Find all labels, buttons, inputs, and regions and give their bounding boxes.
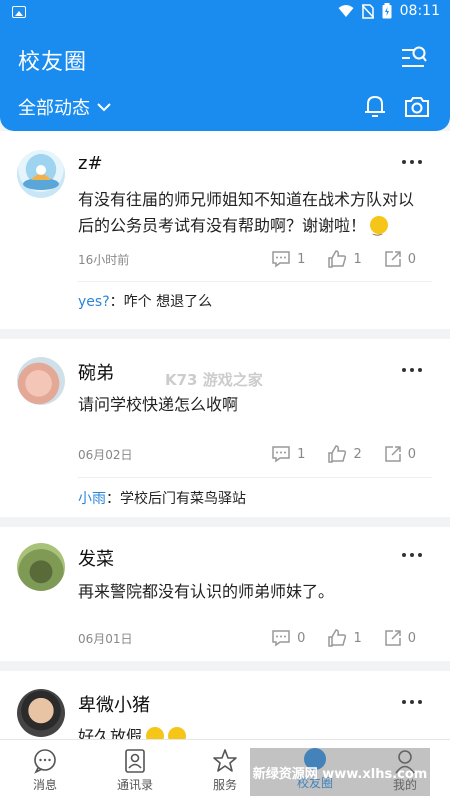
share-button[interactable]: 0: [384, 629, 416, 647]
camera-icon[interactable]: [404, 96, 430, 118]
avatar[interactable]: [17, 689, 65, 737]
post-date: 06月01日: [78, 631, 133, 646]
share-count: 0: [407, 446, 416, 462]
feed-filter-label: 全部动态: [18, 98, 90, 119]
post-meta: 06月01日 0 1 0: [78, 629, 416, 647]
tab-messages[interactable]: 消息: [0, 740, 90, 800]
post-username[interactable]: 卑微小猪: [78, 691, 150, 717]
message-icon: [34, 749, 56, 774]
avatar[interactable]: [17, 357, 65, 405]
post-meta: 06月02日 1 2 0: [78, 445, 416, 463]
comment-button[interactable]: 1: [271, 250, 305, 268]
post-card[interactable]: 碗弟 请问学校快递怎么收啊 06月02日 1 2 0 小雨：学校后门有菜鸟驿站 …: [0, 339, 450, 517]
post-meta: 16小时前 1 1 0: [78, 250, 416, 268]
avatar[interactable]: [17, 543, 65, 591]
more-options-icon[interactable]: [402, 553, 422, 559]
more-options-icon[interactable]: [402, 368, 422, 374]
like-button[interactable]: 1: [327, 250, 362, 268]
comment-text: 学校后门有菜鸟驿站: [120, 491, 246, 507]
post-card[interactable]: z# 有没有往届的师兄师姐知不知道在战术方队对以后的公务员考试有没有帮助啊？谢谢…: [0, 131, 450, 329]
thumbs-up-icon: [328, 445, 347, 463]
battery-icon: [382, 3, 392, 19]
post-card[interactable]: 发菜 再来警院都没有认识的师弟师妹了。 06月01日 0 1 0: [0, 527, 450, 661]
smile-emoji-icon: [146, 727, 165, 739]
no-sim-icon: [361, 3, 374, 19]
share-count: 0: [407, 630, 416, 646]
comment-author[interactable]: yes?: [78, 294, 110, 310]
like-count: 1: [353, 630, 362, 646]
feed-list[interactable]: z# 有没有往届的师兄师姐知不知道在战术方队对以后的公务员考试有没有帮助啊？谢谢…: [0, 131, 450, 739]
like-count: 1: [353, 251, 362, 267]
status-bar: 08:11: [0, 0, 450, 26]
post-username[interactable]: 发菜: [78, 545, 114, 571]
post-card[interactable]: 卑微小猪 好久放假: [0, 671, 450, 739]
comment-count: 0: [297, 630, 306, 646]
post-username[interactable]: z#: [78, 153, 103, 174]
more-options-icon[interactable]: [402, 700, 422, 706]
image-icon: [12, 6, 26, 18]
share-icon: [384, 446, 401, 462]
avatar[interactable]: [17, 150, 65, 198]
post-content: 好久放假: [78, 724, 428, 739]
tab-label: 服务: [212, 778, 237, 792]
like-button[interactable]: 1: [327, 629, 362, 647]
comment-button[interactable]: 0: [271, 629, 305, 647]
share-count: 0: [407, 251, 416, 267]
tab-contacts[interactable]: 通讯录: [90, 740, 180, 800]
avatar-illustration-icon: [23, 165, 59, 190]
star-icon: [213, 749, 237, 772]
comment-count: 1: [297, 251, 306, 267]
search-list-icon[interactable]: [400, 44, 428, 72]
smile-emoji-icon: [168, 727, 187, 739]
comment-icon: [272, 630, 290, 647]
comment-count: 1: [297, 446, 306, 462]
comment-button[interactable]: 1: [271, 445, 305, 463]
post-username[interactable]: 碗弟: [78, 359, 114, 385]
comment-preview[interactable]: 小雨：学校后门有菜鸟驿站: [78, 488, 246, 508]
share-button[interactable]: 0: [384, 250, 416, 268]
like-button[interactable]: 2: [327, 445, 362, 463]
tab-label: 消息: [32, 778, 57, 792]
post-content: 有没有往届的师兄师姐知不知道在战术方队对以后的公务员考试有没有帮助啊？谢谢啦！: [78, 187, 428, 243]
divider: [78, 281, 432, 282]
share-button[interactable]: 0: [384, 445, 416, 463]
comment-preview[interactable]: yes?：咋个 想退了么: [78, 291, 212, 311]
chevron-down-icon: [97, 103, 111, 112]
tab-label: 通讯录: [116, 778, 153, 792]
more-options-icon[interactable]: [402, 160, 422, 166]
contacts-icon: [125, 749, 145, 773]
comment-icon: [272, 446, 290, 463]
watermark-text: 新绿资源网 www.xlhs.com: [252, 766, 428, 782]
comment-separator: ：: [109, 294, 124, 310]
share-icon: [384, 251, 401, 267]
comment-icon: [272, 251, 290, 268]
thumbs-up-icon: [328, 250, 347, 268]
post-content: 再来警院都没有认识的师弟师妹了。: [78, 582, 335, 601]
wifi-icon: [338, 5, 354, 17]
like-count: 2: [353, 446, 362, 462]
comment-author[interactable]: 小雨: [78, 491, 106, 507]
post-date: 06月02日: [78, 447, 133, 462]
post-content: 请问学校快递怎么收啊: [78, 395, 239, 414]
post-date: 16小时前: [78, 252, 130, 267]
post-text: 好久放假: [78, 727, 143, 739]
page-title: 校友圈: [18, 50, 88, 75]
clock: 08:11: [399, 3, 440, 19]
post-text: 有没有往届的师兄师姐知不知道在战术方队对以后的公务员考试有没有帮助啊？谢谢啦！: [78, 190, 415, 235]
watermark-banner: 新绿资源网 www.xlhs.com: [250, 748, 430, 796]
comment-text: 咋个 想退了么: [123, 294, 213, 310]
bell-icon[interactable]: [364, 94, 386, 118]
smile-emoji-icon: [370, 216, 389, 243]
comment-separator: ：: [106, 491, 120, 507]
divider: [78, 477, 432, 478]
thumbs-up-icon: [328, 629, 347, 647]
share-icon: [384, 630, 401, 646]
watermark: K73 游戏之家: [165, 371, 263, 389]
feed-filter-dropdown[interactable]: 全部动态: [18, 94, 112, 120]
app-header: 校友圈 全部动态: [0, 26, 450, 131]
